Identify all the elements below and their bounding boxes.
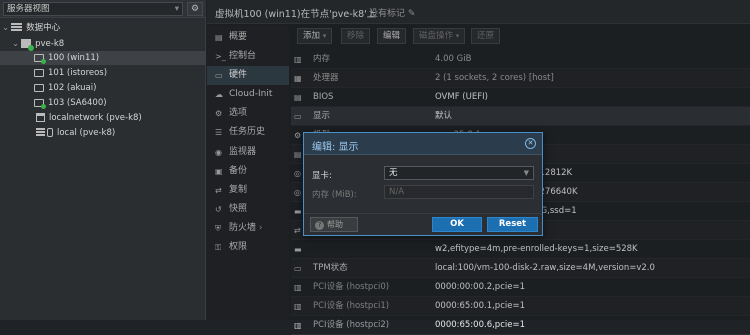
view-selector-bar: 服务器视图 ▾ ⚙ xyxy=(0,0,206,18)
vm-icon xyxy=(34,68,44,77)
chevron-down-icon: ▼ xyxy=(523,169,529,177)
resource-tree-panel: 服务器视图 ▾ ⚙ ⌄ 数据中心 ⌄ pve-k8 100 (win11) 101 … xyxy=(0,0,206,320)
datacenter-icon xyxy=(11,23,23,32)
network-icon xyxy=(36,113,45,122)
tree-item-label: localnetwork (pve-k8) xyxy=(49,113,142,123)
collapse-icon[interactable]: ⌄ xyxy=(12,39,19,49)
help-button-label: 帮助 xyxy=(327,220,343,229)
memory-label: 内存 (MiB): xyxy=(312,190,357,200)
vm-running-icon xyxy=(34,98,46,109)
edit-display-dialog: 编辑: 显示 ✕ 显卡: 无 ▼ 内存 (MiB): N/A ? 帮助 OK Re… xyxy=(303,132,543,236)
chevron-down-icon: ▾ xyxy=(174,4,179,14)
memory-placeholder: N/A xyxy=(389,187,405,197)
help-icon: ? xyxy=(315,221,324,230)
tree-item-vm-101[interactable]: 101 (istoreos) xyxy=(34,66,107,80)
tree-item-vm-103[interactable]: 103 (SA6400) xyxy=(34,96,107,110)
graphics-card-value: 无 xyxy=(389,168,398,178)
tree-item-vm-102[interactable]: 102 (akuai) xyxy=(34,81,96,95)
disk-icon xyxy=(47,128,53,137)
help-button[interactable]: ? 帮助 xyxy=(310,217,358,232)
node-icon xyxy=(21,39,35,51)
dialog-title: 编辑: 显示 xyxy=(312,142,359,153)
tree-item-label: 101 (istoreos) xyxy=(48,68,108,78)
tree-item-datacenter[interactable]: ⌄ 数据中心 xyxy=(2,21,206,35)
collapse-icon[interactable]: ⌄ xyxy=(2,23,9,33)
reset-button[interactable]: Reset xyxy=(487,217,538,232)
tree-item-label: 数据中心 xyxy=(26,23,61,33)
view-select-value: 服务器视图 xyxy=(7,4,50,14)
tree-item-label: 100 (win11) xyxy=(48,53,100,63)
view-select[interactable]: 服务器视图 ▾ xyxy=(3,2,183,16)
dialog-header: 编辑: 显示 ✕ xyxy=(304,133,542,155)
vm-running-icon xyxy=(34,53,46,64)
tree-item-label: 103 (SA6400) xyxy=(48,98,107,108)
graphics-card-label: 显卡: xyxy=(312,171,332,181)
close-icon[interactable]: ✕ xyxy=(525,138,536,149)
tree-item-node[interactable]: ⌄ pve-k8 xyxy=(12,37,206,51)
tree-item-label: pve-k8 xyxy=(35,39,65,49)
tree-item-label: 102 (akuai) xyxy=(48,83,97,93)
storage-icon xyxy=(36,128,45,137)
tree-item-vm-100[interactable]: 100 (win11) xyxy=(0,51,206,65)
memory-input[interactable]: N/A xyxy=(384,185,534,199)
tree-item-label: local (pve-k8) xyxy=(57,128,116,138)
ok-button[interactable]: OK xyxy=(432,217,482,232)
graphics-card-select[interactable]: 无 ▼ xyxy=(384,166,534,180)
tree-item-localnetwork[interactable]: localnetwork (pve-k8) xyxy=(36,111,142,125)
dialog-footer: ? 帮助 OK Reset xyxy=(304,213,542,235)
gear-icon[interactable]: ⚙ xyxy=(187,2,203,16)
vm-icon xyxy=(34,83,44,92)
tree-item-local-storage[interactable]: local (pve-k8) xyxy=(36,126,115,140)
